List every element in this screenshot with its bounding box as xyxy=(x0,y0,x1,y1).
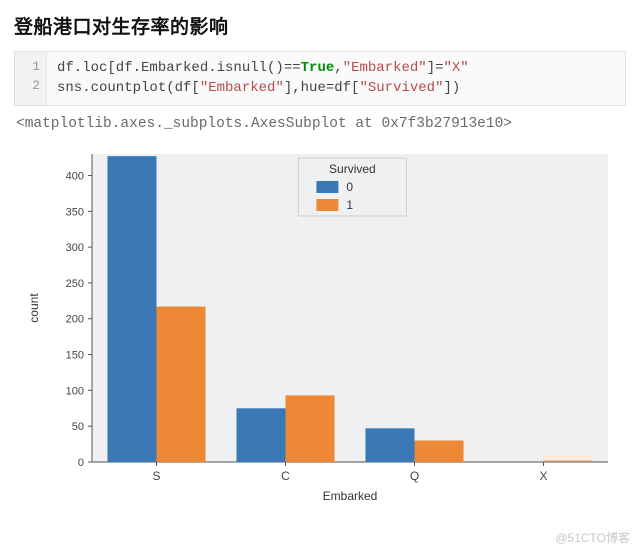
svg-text:150: 150 xyxy=(66,349,84,361)
svg-text:250: 250 xyxy=(66,278,84,290)
lineno: 2 xyxy=(21,77,40,96)
svg-text:Embarked: Embarked xyxy=(323,489,378,503)
svg-text:C: C xyxy=(281,469,290,483)
svg-text:S: S xyxy=(152,469,160,483)
svg-text:350: 350 xyxy=(66,206,84,218)
svg-text:1: 1 xyxy=(346,198,353,212)
svg-text:300: 300 xyxy=(66,242,84,254)
output-repr: <matplotlib.axes._subplots.AxesSubplot a… xyxy=(16,116,624,132)
code-body: df.loc[df.Embarked.isnull()==True,"Embar… xyxy=(47,52,625,105)
code-gutter: 1 2 xyxy=(15,52,47,105)
countplot-chart: 0 50 100 150 200 250 300 350 400 count S C Q X Embarke… xyxy=(14,138,628,510)
lineno: 1 xyxy=(21,58,40,77)
svg-text:0: 0 xyxy=(78,457,84,469)
svg-text:100: 100 xyxy=(66,385,84,397)
svg-text:Survived: Survived xyxy=(329,162,376,176)
svg-text:400: 400 xyxy=(66,170,84,182)
watermark: @51CTO博客 xyxy=(555,529,630,546)
section-heading: 登船港口对生存率的影响 xyxy=(14,12,626,39)
svg-text:50: 50 xyxy=(72,421,84,433)
svg-text:count: count xyxy=(27,292,41,322)
code-cell: 1 2 df.loc[df.Embarked.isnull()==True,"E… xyxy=(14,51,626,106)
svg-text:X: X xyxy=(539,469,547,483)
svg-text:Q: Q xyxy=(410,469,419,483)
svg-text:0: 0 xyxy=(346,180,353,194)
svg-text:200: 200 xyxy=(66,313,84,325)
